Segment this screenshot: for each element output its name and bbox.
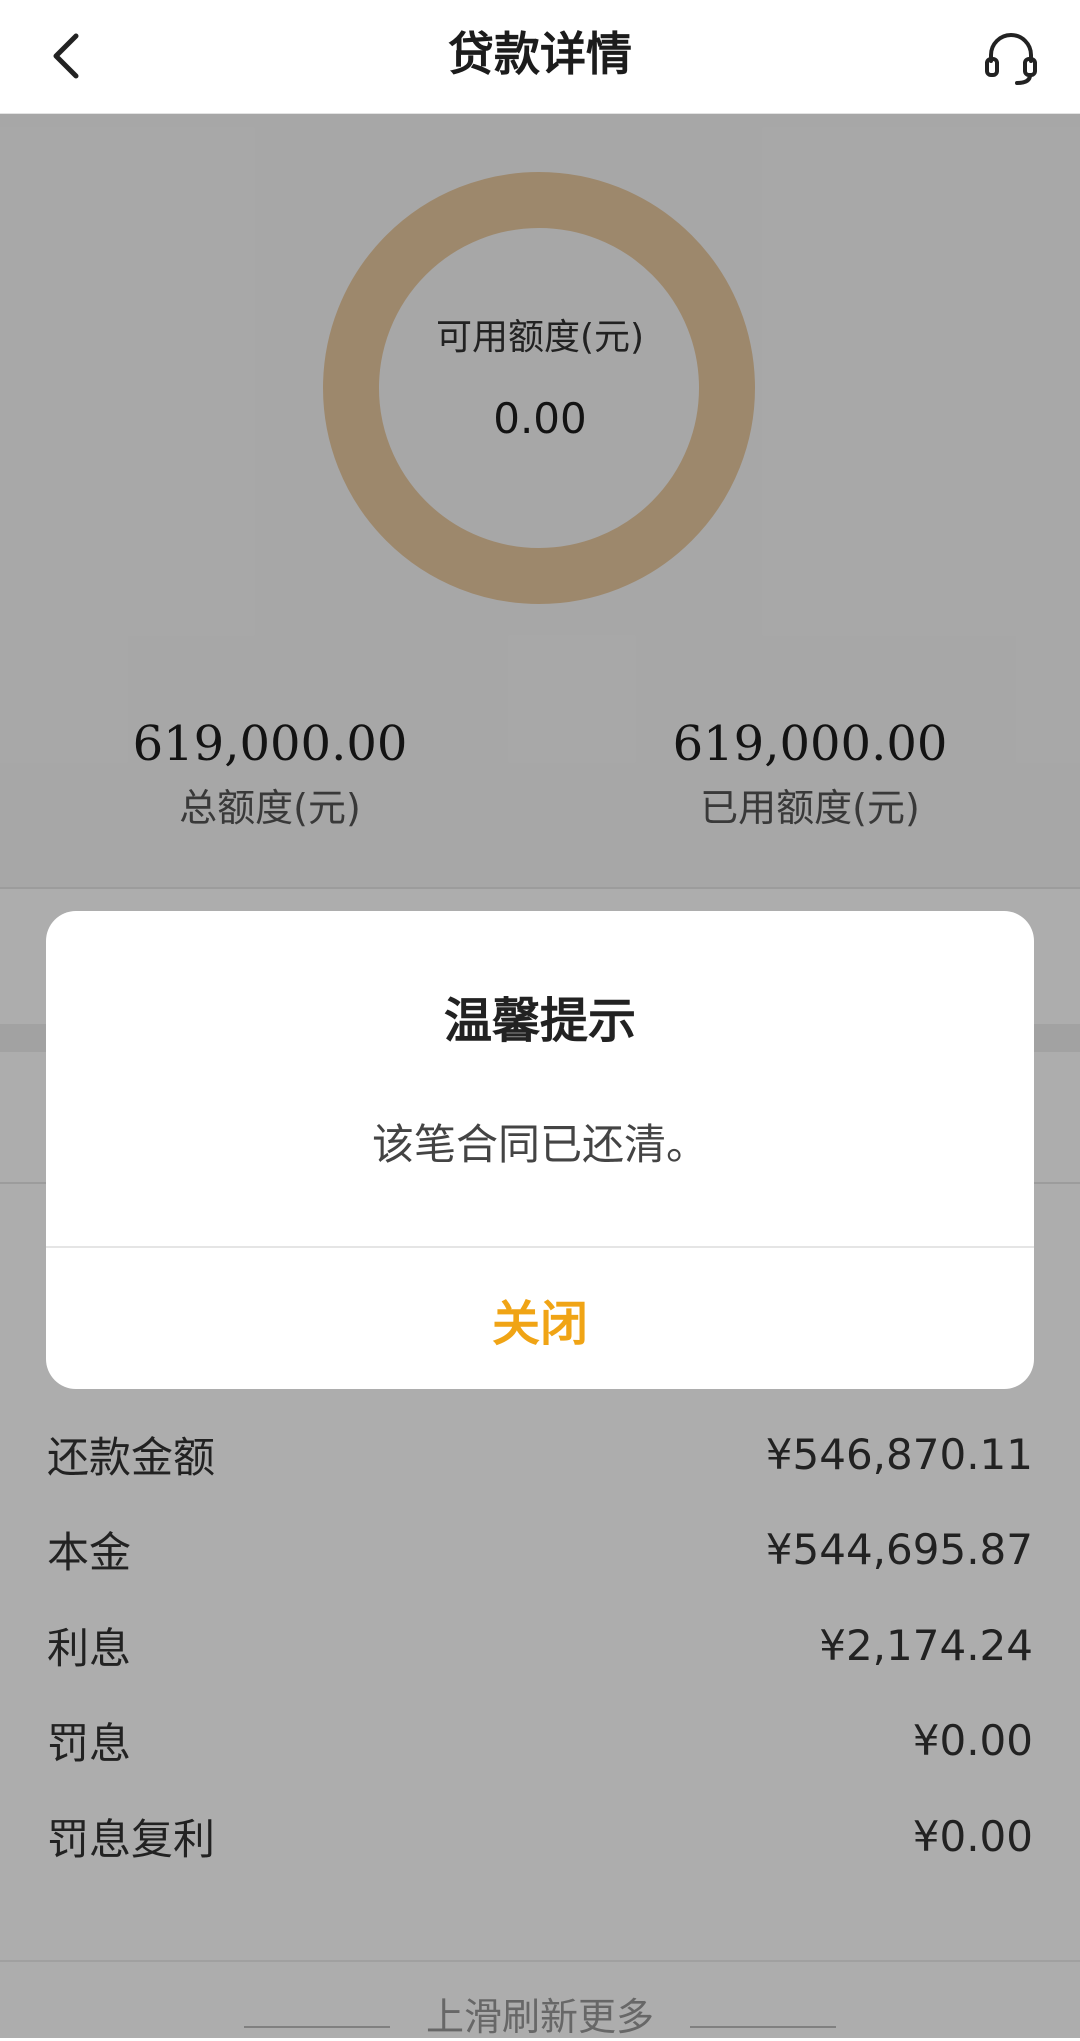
customer-service-button[interactable] xyxy=(976,22,1046,92)
notice-dialog: 温馨提示 该笔合同已还清。 关闭 xyxy=(46,911,1034,1389)
dialog-message: 该笔合同已还清。 xyxy=(371,1120,708,1169)
close-button[interactable]: 关闭 xyxy=(46,1248,1034,1389)
page-title: 贷款详情 xyxy=(448,27,632,81)
dialog-title: 温馨提示 xyxy=(443,993,636,1049)
headset-icon xyxy=(985,33,1037,85)
navigation-bar: 贷款详情 xyxy=(0,0,1080,114)
